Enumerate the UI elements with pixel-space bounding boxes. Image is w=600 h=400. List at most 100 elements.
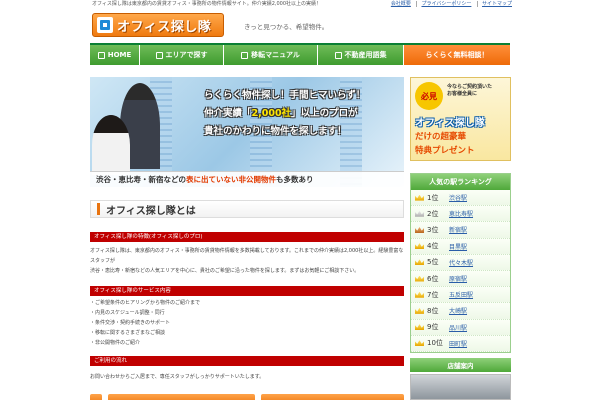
crown-icon — [415, 226, 424, 233]
hero-line-2c: 」以上のプロが — [291, 108, 358, 119]
promo-line-1: オフィス探し隊 — [415, 118, 485, 129]
crown-icon — [415, 259, 424, 266]
logo-text: オフィス探し隊 — [117, 19, 212, 35]
hero-banner[interactable]: らくらく物件探し！手間ヒマいらず！ 仲介実績「2,000社」以上のプロが 貴社の… — [90, 77, 404, 187]
promo-subtext-1: 今ならご契約頂いた — [447, 84, 493, 90]
company-info-link[interactable]: 会社概要 — [387, 1, 411, 7]
site-header: オフィス探し隊 きっと見つかる、希望物件。 — [92, 10, 512, 40]
cta-button[interactable] — [260, 394, 404, 400]
building-icon — [334, 51, 342, 59]
rank-position: 2位 — [427, 209, 439, 218]
gear-icon — [155, 51, 163, 59]
hero-line-2: 仲介実績「2,000社」以上のプロが — [204, 105, 400, 123]
hero-line-3: 貴社のかわりに物件を探します！ — [204, 126, 347, 137]
cta-button[interactable] — [90, 394, 102, 400]
ranking-row[interactable]: 5位 代々木駅 — [411, 254, 510, 271]
rank-position: 3位 — [427, 225, 439, 234]
hero-caption-c: も多数あり — [276, 175, 314, 184]
ranking-row[interactable]: 9位 品川駅 — [411, 319, 510, 336]
rank-position: 9位 — [427, 323, 439, 332]
list-item: ・移転に関するさまざまなご相談 — [90, 330, 166, 336]
list-item: ・内見のスケジュール調整・同行 — [90, 310, 165, 316]
crown-icon — [415, 291, 424, 298]
station-link[interactable]: 渋谷駅 — [449, 193, 467, 202]
service-list: ・ご希望条件のヒアリングから物件のご紹介まで ・内見のスケジュール調整・同行 ・… — [90, 298, 404, 348]
station-link[interactable]: 代々木駅 — [449, 258, 473, 267]
privacy-policy-link[interactable]: プライバシーポリシー — [416, 1, 472, 7]
ranking-row[interactable]: 10位 田町駅 — [411, 335, 510, 352]
ranking-row[interactable]: 8位 大崎駅 — [411, 303, 510, 320]
hero-line-1: らくらく物件探し！手間ヒマいらず！ — [204, 90, 366, 101]
rank-position: 4位 — [427, 242, 439, 251]
ranking-row[interactable]: 1位 渋谷駅 — [411, 190, 510, 207]
promo-badge: 必見 — [415, 82, 443, 110]
station-link[interactable]: 原宿駅 — [449, 274, 467, 283]
subsection-heading-services: オフィス探し隊のサービス内容 — [90, 286, 404, 296]
ranking-row[interactable]: 4位 目黒駅 — [411, 238, 510, 255]
ranking-row[interactable]: 3位 新宿駅 — [411, 222, 510, 239]
subsection-heading-flow: ご利用の流れ — [90, 356, 404, 366]
rank-position: 7位 — [427, 290, 439, 299]
nav-glossary[interactable]: 不動産用語集 — [318, 45, 404, 65]
crown-icon — [415, 307, 424, 314]
intro-text-2: 渋谷・恵比寿・新宿などの人気エリアを中心に、貴社のご希望に沿った物件を探します。… — [90, 268, 360, 274]
nav-area-search[interactable]: エリアで探す — [140, 45, 224, 65]
ranking-title: 人気の駅ランキング — [411, 174, 510, 190]
checkmark-icon — [241, 51, 249, 59]
hero-line-2b: 2,000社 — [251, 108, 292, 119]
nav-free-consultation[interactable]: らくらく無料相談！ — [404, 45, 510, 65]
intro-paragraph: オフィス探し隊は、東京都内のオフィス・事務所の賃貸物件情報を多数掲載しております… — [90, 246, 404, 276]
home-icon — [97, 51, 105, 59]
site-description: オフィス探し隊は東京都内の賃貸オフィス・事務所の物件情報サイト。仲介実績2,00… — [92, 1, 322, 7]
nav-moving-manual[interactable]: 移転マニュアル — [224, 45, 318, 65]
station-link[interactable]: 田町駅 — [449, 339, 467, 348]
nav-free-consultation-label: らくらく無料相談！ — [425, 51, 489, 59]
rank-position: 8位 — [427, 306, 439, 315]
rank-position: 10位 — [427, 339, 443, 348]
hero-caption-b: 表に出ていない非公開物件 — [186, 175, 276, 184]
hero-copy: らくらく物件探し！手間ヒマいらず！ 仲介実績「2,000社」以上のプロが 貴社の… — [204, 87, 400, 141]
hero-line-2a: 仲介実績「 — [204, 108, 252, 119]
store-photo — [410, 374, 511, 400]
header-tagline: きっと見つかる、希望物件。 — [244, 23, 329, 31]
subsection-heading-features: オフィス探し隊の特徴(オフィス探しのプロ) — [90, 232, 404, 242]
crown-icon — [415, 243, 424, 250]
station-ranking: 人気の駅ランキング 1位 渋谷駅 2位 恵比寿駅 3位 新宿駅 4位 目黒駅 5位 代々木駅 6位 原… — [410, 173, 511, 353]
store-info-heading: 店舗案内 — [410, 358, 511, 372]
bottom-buttons — [90, 394, 404, 400]
rank-position: 1位 — [427, 193, 439, 202]
ranking-row[interactable]: 7位 五反田駅 — [411, 287, 510, 304]
cta-button[interactable] — [107, 394, 255, 400]
station-link[interactable]: 五反田駅 — [449, 290, 473, 299]
building-icon — [97, 17, 113, 33]
flow-paragraph: お問い合わせからご入居まで、専任スタッフがしっかりサポートいたします。 — [90, 374, 265, 380]
station-link[interactable]: 大崎駅 — [449, 306, 467, 315]
promo-line-2: だけの超豪華 — [415, 132, 467, 142]
station-link[interactable]: 目黒駅 — [449, 242, 467, 251]
crown-icon — [415, 275, 424, 282]
promo-banner[interactable]: 必見 今ならご契約頂いた お客様全員に オフィス探し隊 だけの超豪華 特典プレゼ… — [410, 77, 511, 161]
ranking-row[interactable]: 6位 原宿駅 — [411, 270, 510, 288]
global-nav: HOME エリアで探す 移転マニュアル 不動産用語集 らくらく無料相談！ — [90, 43, 510, 65]
rank-position: 5位 — [427, 258, 439, 267]
section-title: オフィス探し隊とは — [90, 200, 404, 218]
ranking-row[interactable]: 2位 恵比寿駅 — [411, 206, 510, 223]
nav-moving-manual-label: 移転マニュアル — [251, 51, 300, 59]
intro-text-1: オフィス探し隊は、東京都内のオフィス・事務所の賃貸物件情報を多数掲載しております… — [90, 248, 404, 264]
rank-position: 6位 — [427, 274, 439, 283]
nav-area-search-label: エリアで探す — [165, 51, 208, 59]
hero-caption-a: 渋谷・恵比寿・新宿などの — [96, 175, 186, 184]
crown-icon — [415, 324, 424, 331]
utility-links: 会社概要 プライバシーポリシー サイトマップ — [383, 1, 512, 7]
crown-icon — [415, 340, 424, 347]
station-link[interactable]: 新宿駅 — [449, 225, 467, 234]
sitemap-link[interactable]: サイトマップ — [476, 1, 512, 7]
station-link[interactable]: 品川駅 — [449, 323, 467, 332]
list-item: ・条件交渉・契約手続きのサポート — [90, 320, 171, 326]
top-strip: オフィス探し隊は東京都内の賃貸オフィス・事務所の物件情報サイト。仲介実績2,00… — [0, 0, 600, 8]
list-item: ・非公開物件のご紹介 — [90, 340, 141, 346]
nav-home[interactable]: HOME — [90, 45, 140, 65]
station-link[interactable]: 恵比寿駅 — [449, 209, 473, 218]
promo-subtext-2: お客様全員に — [447, 91, 478, 97]
site-logo[interactable]: オフィス探し隊 — [92, 13, 224, 37]
